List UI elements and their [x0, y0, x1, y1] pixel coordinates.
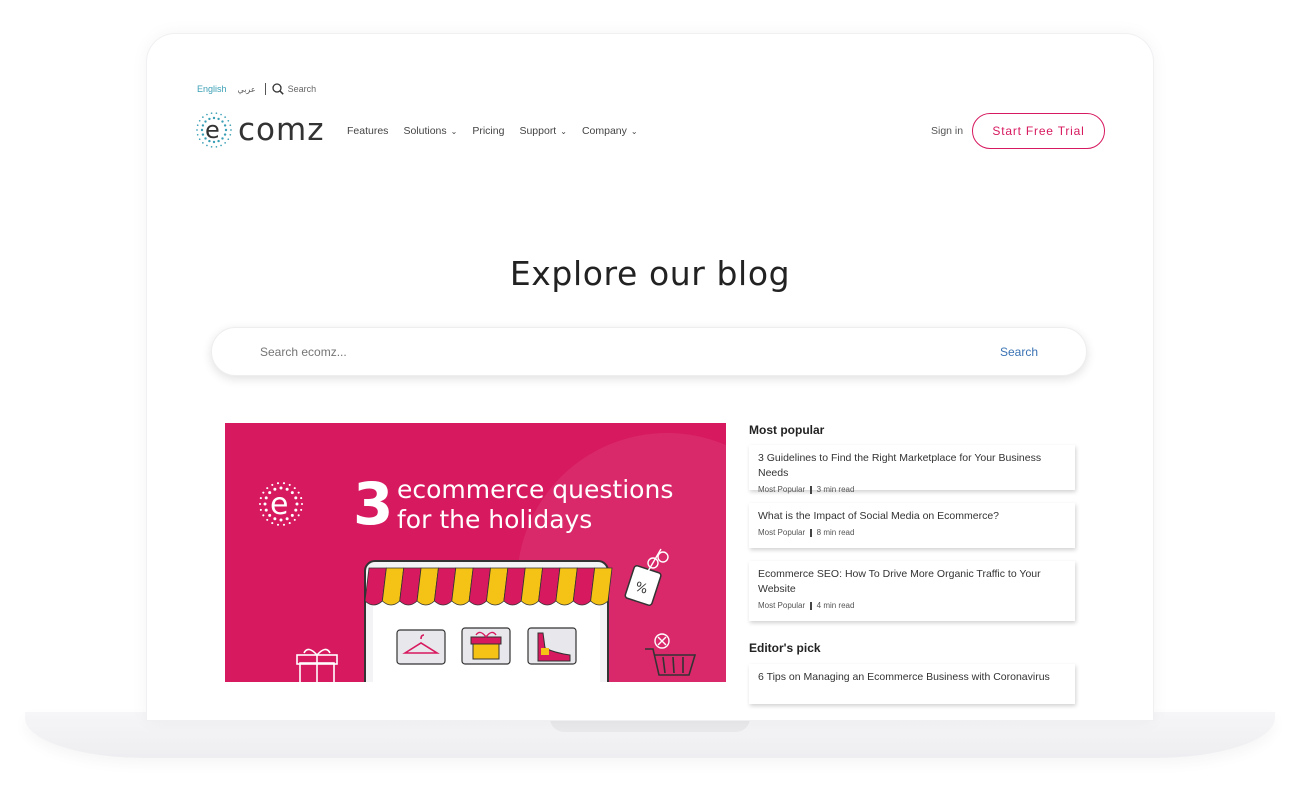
post-title: What is the Impact of Social Media on Ec…	[758, 510, 1000, 522]
post-read-time: 3 min read	[816, 485, 855, 494]
utility-search-label: Search	[287, 84, 317, 94]
post-read-time: 4 min read	[816, 601, 855, 610]
laptop-screen: English عربي Search e comz Features Solu…	[147, 34, 1153, 720]
nav-label: Solutions	[403, 125, 447, 137]
editors-pick-heading: Editor's pick	[749, 641, 821, 655]
page-title: Explore our blog	[509, 254, 791, 293]
search-icon	[271, 83, 284, 95]
most-popular-heading: Most popular	[749, 423, 825, 437]
nav-label: Company	[581, 125, 627, 137]
nav-label: Pricing	[472, 125, 505, 137]
post-category: Most Popular	[758, 485, 806, 494]
nav-features[interactable]: Features	[347, 125, 388, 137]
ecomz-logo[interactable]: e comz	[194, 110, 324, 150]
post-meta: Most Popular 3 min read	[758, 485, 1066, 494]
storefront-illustration: %	[296, 548, 697, 682]
lang-english-link[interactable]: English	[197, 84, 227, 94]
logo-text: comz	[238, 111, 325, 148]
blog-search-input[interactable]	[260, 345, 860, 359]
main-nav: Features Solutions ⌄ Pricing Support ⌄ Com…	[347, 125, 653, 137]
post-category: Most Popular	[758, 601, 806, 610]
svg-text:e: e	[205, 116, 220, 144]
post-category: Most Popular	[758, 528, 806, 537]
laptop-notch	[550, 718, 750, 732]
post-title: Ecommerce SEO: How To Drive More Organic…	[758, 568, 1041, 595]
nav-support[interactable]: Support ⌄	[519, 125, 566, 137]
popular-post-card[interactable]: What is the Impact of Social Media on Ec…	[749, 503, 1075, 548]
nav-label: Support	[519, 125, 557, 137]
post-meta: Most Popular 4 min read	[758, 601, 1066, 610]
meta-divider	[810, 528, 812, 537]
utility-search-link[interactable]: Search	[271, 83, 317, 95]
nav-label: Features	[347, 125, 389, 137]
nav-company[interactable]: Company ⌄	[582, 125, 638, 137]
nav-pricing[interactable]: Pricing	[472, 125, 504, 137]
lang-arabic-link[interactable]: عربي	[238, 85, 256, 94]
utility-divider	[264, 83, 266, 95]
logo-dotted-e-icon: e	[196, 112, 232, 148]
utility-bar: English عربي Search	[197, 83, 316, 95]
start-free-trial-button[interactable]: Start Free Trial	[972, 113, 1105, 149]
popular-post-card[interactable]: Ecommerce SEO: How To Drive More Organic…	[749, 561, 1075, 621]
chevron-down-icon: ⌄	[450, 126, 458, 136]
signin-link[interactable]: Sign in	[931, 125, 963, 137]
blog-search-button[interactable]: Search	[1000, 345, 1038, 359]
nav-solutions[interactable]: Solutions ⌄	[403, 125, 457, 137]
chevron-down-icon: ⌄	[560, 126, 567, 136]
featured-post-image[interactable]: e 3 ecommerce questions for the holidays	[225, 423, 726, 682]
post-read-time: 8 min read	[816, 528, 855, 537]
post-meta: Most Popular 8 min read	[758, 528, 1066, 537]
meta-divider	[810, 485, 812, 494]
post-title: 3 Guidelines to Find the Right Marketpla…	[758, 452, 1042, 479]
blog-search-bar: Search	[211, 327, 1087, 376]
editors-pick-card[interactable]: 6 Tips on Managing an Ecommerce Business…	[749, 664, 1075, 704]
popular-post-card[interactable]: 3 Guidelines to Find the Right Marketpla…	[749, 445, 1075, 494]
meta-divider	[810, 601, 812, 610]
post-title: 6 Tips on Managing an Ecommerce Business…	[758, 671, 1050, 683]
chevron-down-icon: ⌄	[630, 126, 638, 136]
